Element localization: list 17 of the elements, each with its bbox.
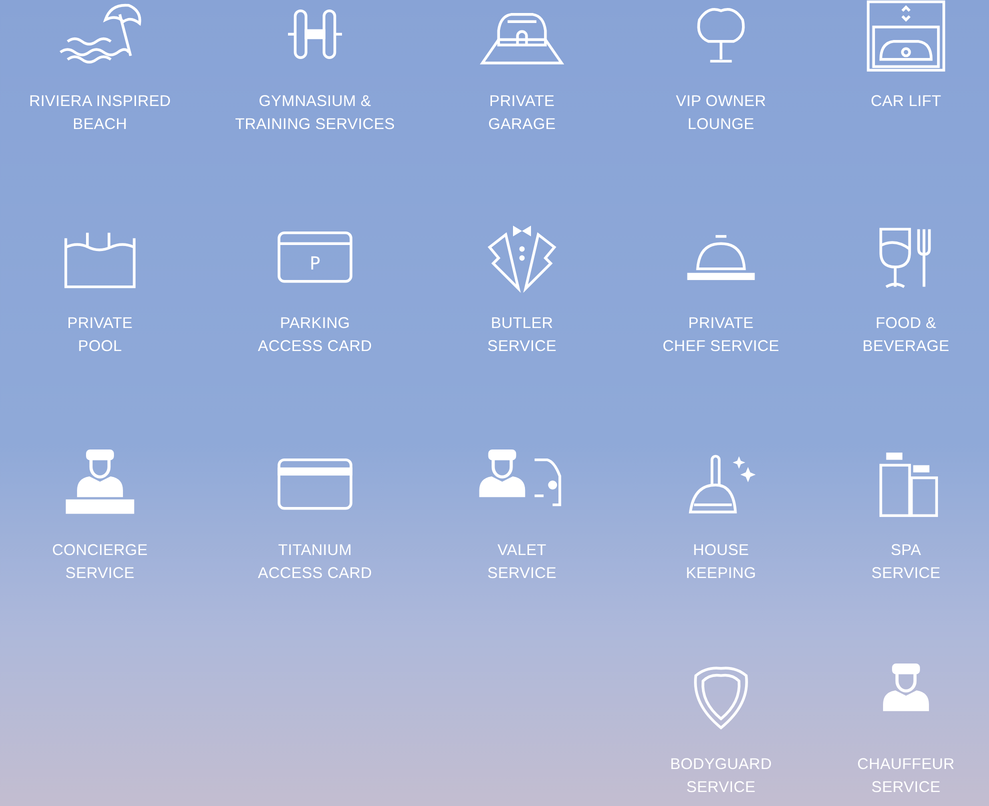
amenity-label: BODYGUARD SERVICE	[670, 755, 772, 798]
amenity-label: PARKING ACCESS CARD	[258, 314, 372, 357]
amenity-label: VALET SERVICE	[487, 541, 557, 584]
amenity-label: BUTLER SERVICE	[487, 314, 557, 357]
amenity-label: VIP OWNER LOUNGE	[676, 92, 766, 135]
amenity-label: SPA SERVICE	[871, 541, 941, 584]
amenity-label: CHAUFFEUR SERVICE	[857, 755, 955, 798]
amenity-label: PRIVATE GARAGE	[488, 92, 556, 135]
amenity-label: PRIVATE CHEF SERVICE	[662, 314, 780, 357]
amenity-label: FOOD & BEVERAGE	[862, 314, 950, 357]
amenity-label: CONCIERGE SERVICE	[52, 541, 148, 584]
amenity-label: CAR LIFT	[870, 92, 942, 112]
amenity-label: PRIVATE POOL	[67, 314, 133, 357]
amenity-label: HOUSE KEEPING	[686, 541, 756, 584]
amenity-label: GYMNASIUM & TRAINING SERVICES	[235, 92, 395, 135]
amenity-label: TITANIUM ACCESS CARD	[258, 541, 372, 584]
amenity-label: RIVIERA INSPIRED BEACH	[29, 92, 171, 135]
